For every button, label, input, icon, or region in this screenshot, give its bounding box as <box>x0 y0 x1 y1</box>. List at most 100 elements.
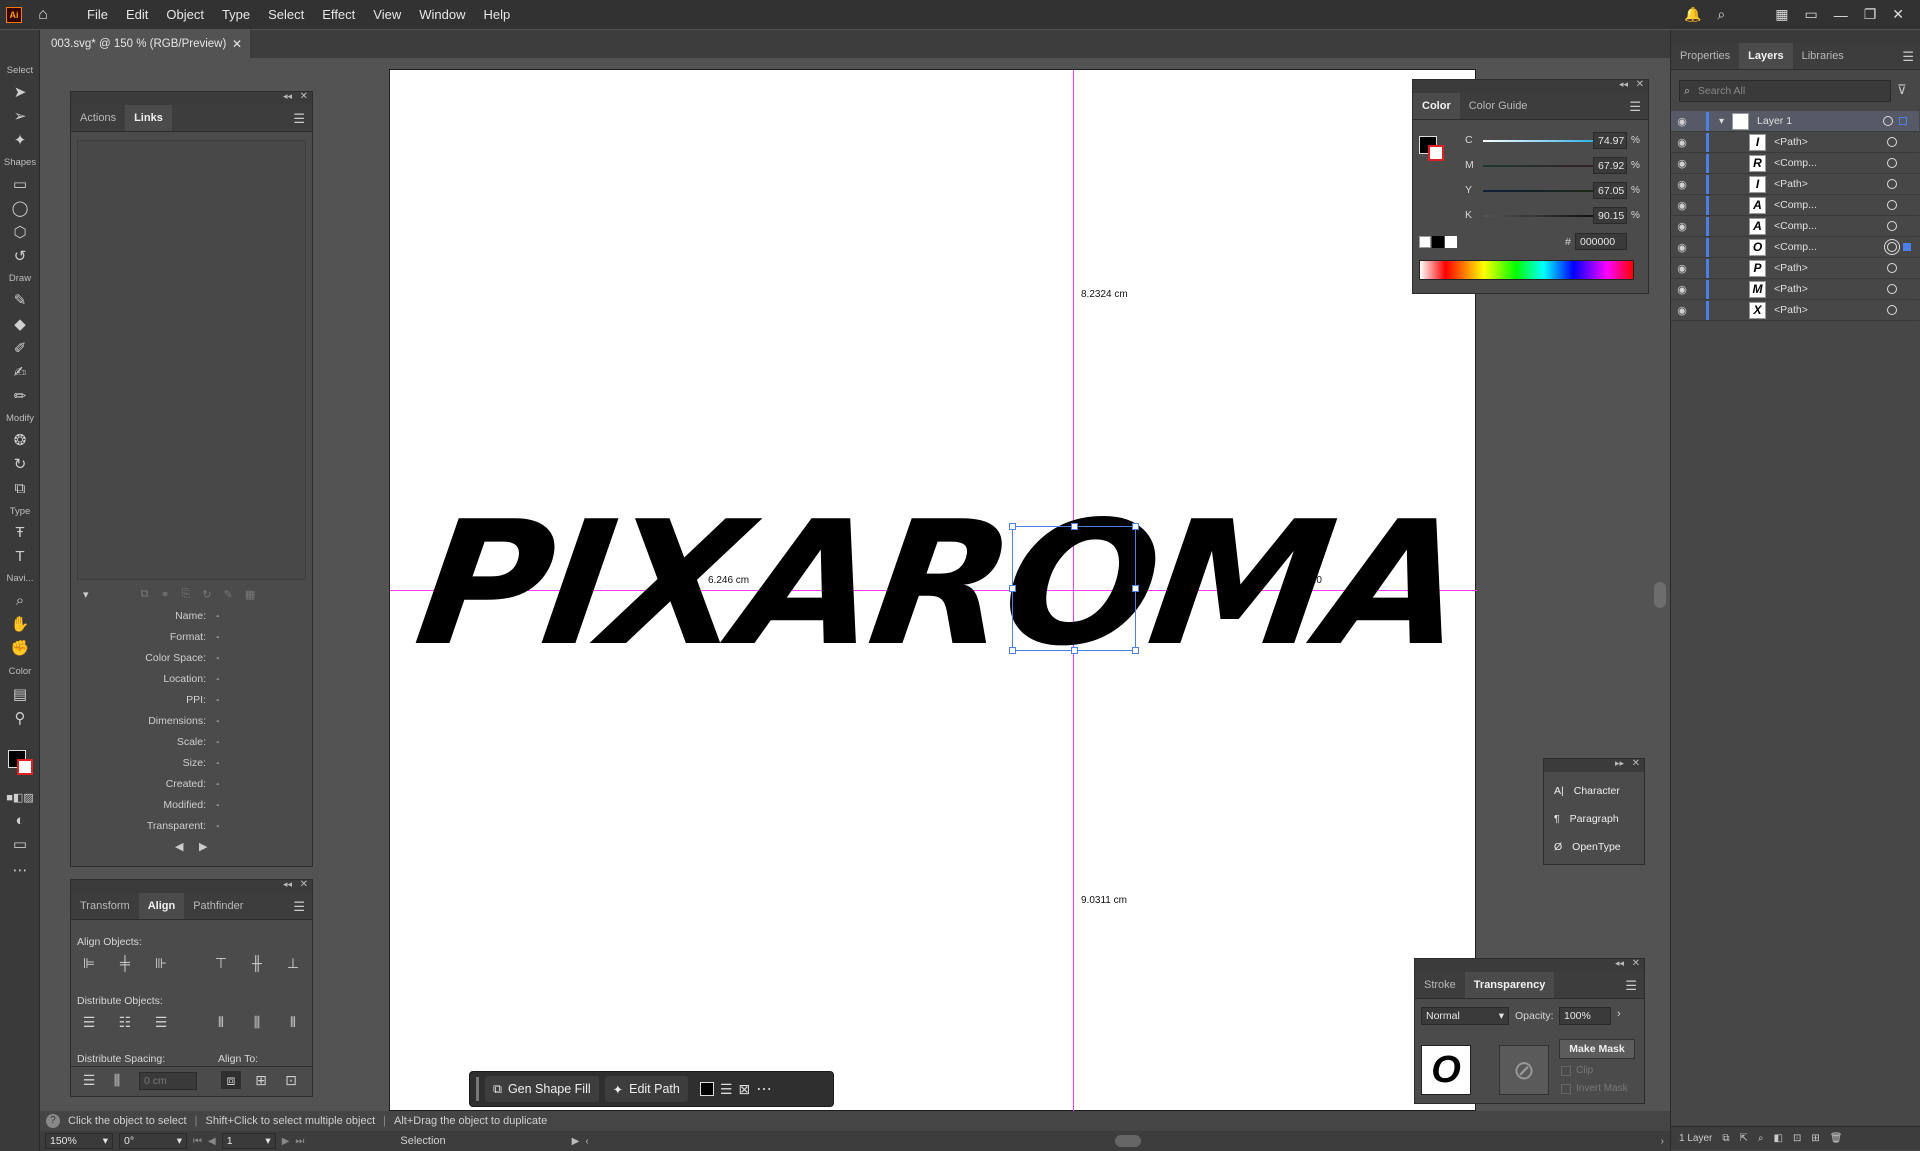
distribute-top-icon[interactable]: ☰ <box>79 1013 99 1031</box>
layer-row-item[interactable]: ◉ M <Path> <box>1671 279 1919 300</box>
rotate-view-tool-icon[interactable]: ✊ <box>10 638 30 658</box>
target-icon[interactable] <box>1887 179 1897 189</box>
close-panel-icon[interactable]: ✕ <box>300 91 308 102</box>
visibility-eye-icon[interactable]: ◉ <box>1671 241 1693 254</box>
distribute-left-icon[interactable]: ⫴ <box>211 1013 231 1031</box>
search-icon[interactable]: ⌕ <box>1717 6 1725 23</box>
next-link-icon[interactable]: ▶ <box>199 840 207 853</box>
layer-row-item[interactable]: ◉ P <Path> <box>1671 258 1919 279</box>
minimize-icon[interactable]: — <box>1834 7 1848 23</box>
align-vcenter-icon[interactable]: ╫ <box>247 954 267 972</box>
delete-layer-icon[interactable]: 🗑 <box>1830 1133 1843 1144</box>
artboard[interactable]: 8.2324 cm 9.0311 cm 6.246 cm 6.0 PIXAROM… <box>389 69 1477 1112</box>
close-tab-icon[interactable]: ✕ <box>232 37 242 51</box>
zoom-select[interactable]: 150% ▾ <box>45 1133 113 1149</box>
visibility-eye-icon[interactable]: ◉ <box>1671 178 1693 191</box>
tab-libraries[interactable]: Libraries <box>1793 43 1853 69</box>
rotation-select[interactable]: 0° ▾ <box>119 1133 187 1149</box>
target-icon[interactable] <box>1887 305 1897 315</box>
rectangle-tool-icon[interactable]: ▭ <box>10 174 30 194</box>
distribute-horizontal-space-icon[interactable]: ⫼ <box>107 1071 127 1089</box>
align-to-artboard-icon[interactable]: ⊡ <box>281 1071 301 1089</box>
opentype-panel-button[interactable]: Ø OpenType <box>1554 841 1621 853</box>
close-window-icon[interactable]: ✕ <box>1892 6 1904 23</box>
next-artboard-icon[interactable]: ▶ <box>282 1136 290 1147</box>
tab-transform[interactable]: Transform <box>71 893 139 919</box>
blob-brush-tool-icon[interactable]: ✍ <box>10 362 30 382</box>
rotate-tool-icon[interactable]: ↻ <box>10 454 30 474</box>
tab-transparency[interactable]: Transparency <box>1464 972 1555 998</box>
notification-bell-icon[interactable]: 🔔 <box>1684 6 1701 23</box>
align-bottom-icon[interactable]: ⊥ <box>283 954 303 972</box>
distribute-vertical-space-icon[interactable]: ☰ <box>79 1071 99 1089</box>
menu-type[interactable]: Type <box>213 0 259 29</box>
relink-cc-icon[interactable]: ⧉ <box>141 588 149 601</box>
target-icon[interactable] <box>1887 263 1897 273</box>
menu-window[interactable]: Window <box>410 0 474 29</box>
tab-color[interactable]: Color <box>1413 93 1460 119</box>
new-sublayer-icon[interactable]: ⊡ <box>1793 1133 1801 1144</box>
more-tools-icon[interactable]: ⋯ <box>10 860 30 880</box>
artboard-number-select[interactable]: 1 ▾ <box>221 1133 276 1149</box>
tab-properties[interactable]: Properties <box>1671 43 1739 69</box>
resize-handle[interactable] <box>1009 585 1016 592</box>
target-icon[interactable] <box>1887 137 1897 147</box>
channel-c-input[interactable]: 74.97 <box>1593 132 1627 149</box>
screen-mode-icon[interactable]: ▭ <box>10 834 30 854</box>
width-tool-icon[interactable]: ❂ <box>10 430 30 450</box>
menu-view[interactable]: View <box>364 0 410 29</box>
last-artboard-icon[interactable]: ⏭ <box>295 1136 304 1147</box>
layer-row-item[interactable]: ◉ I <Path> <box>1671 132 1919 153</box>
canvas-horizontal-scrollbar[interactable] <box>1114 1135 1141 1147</box>
scale-tool-icon[interactable]: ⧉ <box>10 478 30 498</box>
resize-handle[interactable] <box>1132 647 1139 654</box>
layer-row-item[interactable]: ◉ X <Path> <box>1671 300 1919 321</box>
tab-align[interactable]: Align <box>138 893 185 919</box>
prev-link-icon[interactable]: ◀ <box>175 840 183 853</box>
resize-handle[interactable] <box>1071 647 1078 654</box>
selection-indicator[interactable] <box>1899 117 1907 125</box>
layer-row-item-selected[interactable]: ◉ O <Comp... <box>1671 237 1919 258</box>
hand-tool-icon[interactable]: ✋ <box>10 614 30 634</box>
make-mask-button[interactable]: Make Mask <box>1559 1039 1635 1059</box>
none-swatch-icon[interactable] <box>1419 236 1431 248</box>
tab-links[interactable]: Links <box>125 105 172 131</box>
opacity-arrow-icon[interactable]: › <box>1617 1008 1621 1020</box>
links-list[interactable] <box>77 140 306 580</box>
layer-row-layer-1[interactable]: ◉ ▾ Layer 1 <box>1671 111 1919 132</box>
tab-color-guide[interactable]: Color Guide <box>1460 93 1537 119</box>
stroke-weight-icon[interactable]: ☰ <box>720 1081 733 1098</box>
panel-menu-icon[interactable]: ☰ <box>1902 49 1914 65</box>
pencil-tool-icon[interactable]: ✏ <box>10 386 30 406</box>
item-name[interactable]: <Comp... <box>1774 157 1887 169</box>
arrange-documents-icon[interactable]: ▦ <box>1775 6 1788 23</box>
paragraph-panel-button[interactable]: ¶ Paragraph <box>1554 813 1619 825</box>
align-top-icon[interactable]: ⊤ <box>211 954 231 972</box>
stroke-swatch[interactable] <box>17 759 33 775</box>
eyedropper-tool-icon[interactable]: ⚲ <box>10 708 30 728</box>
type-on-path-tool-icon[interactable]: Ŧ <box>10 522 30 542</box>
status-menu-icon[interactable]: ▶ <box>572 1136 580 1147</box>
direct-selection-tool-icon[interactable]: ➢ <box>10 106 30 126</box>
stroke-color-swatch[interactable] <box>1428 145 1444 161</box>
tab-stroke[interactable]: Stroke <box>1415 972 1465 998</box>
collapse-panel-icon[interactable]: ◂◂ <box>283 91 292 102</box>
collapse-panel-icon[interactable]: ◂◂ <box>1619 79 1628 90</box>
close-panel-icon[interactable]: ✕ <box>1636 79 1644 90</box>
align-left-icon[interactable]: ⊫ <box>79 954 99 972</box>
drawing-mode-icon[interactable]: ◐ <box>10 810 30 830</box>
artwork-logo-text[interactable]: PIXAROMA <box>405 476 1473 695</box>
clip-checkbox[interactable]: Clip <box>1561 1065 1593 1076</box>
target-icon[interactable] <box>1887 200 1897 210</box>
menu-edit[interactable]: Edit <box>117 0 157 29</box>
type-tool-icon[interactable]: T <box>10 546 30 566</box>
restore-icon[interactable]: ❐ <box>1864 6 1877 23</box>
magic-wand-tool-icon[interactable]: ✦ <box>10 130 30 150</box>
item-name[interactable]: <Path> <box>1774 304 1887 316</box>
color-spectrum[interactable] <box>1419 260 1634 280</box>
white-swatch[interactable] <box>1445 236 1457 248</box>
channel-k-input[interactable]: 90.15 <box>1593 207 1627 224</box>
target-icon[interactable] <box>1887 284 1897 294</box>
new-layer-icon[interactable]: ⊞ <box>1811 1133 1819 1144</box>
document-tab[interactable]: 003.svg* @ 150 % (RGB/Preview) ✕ <box>40 30 250 58</box>
